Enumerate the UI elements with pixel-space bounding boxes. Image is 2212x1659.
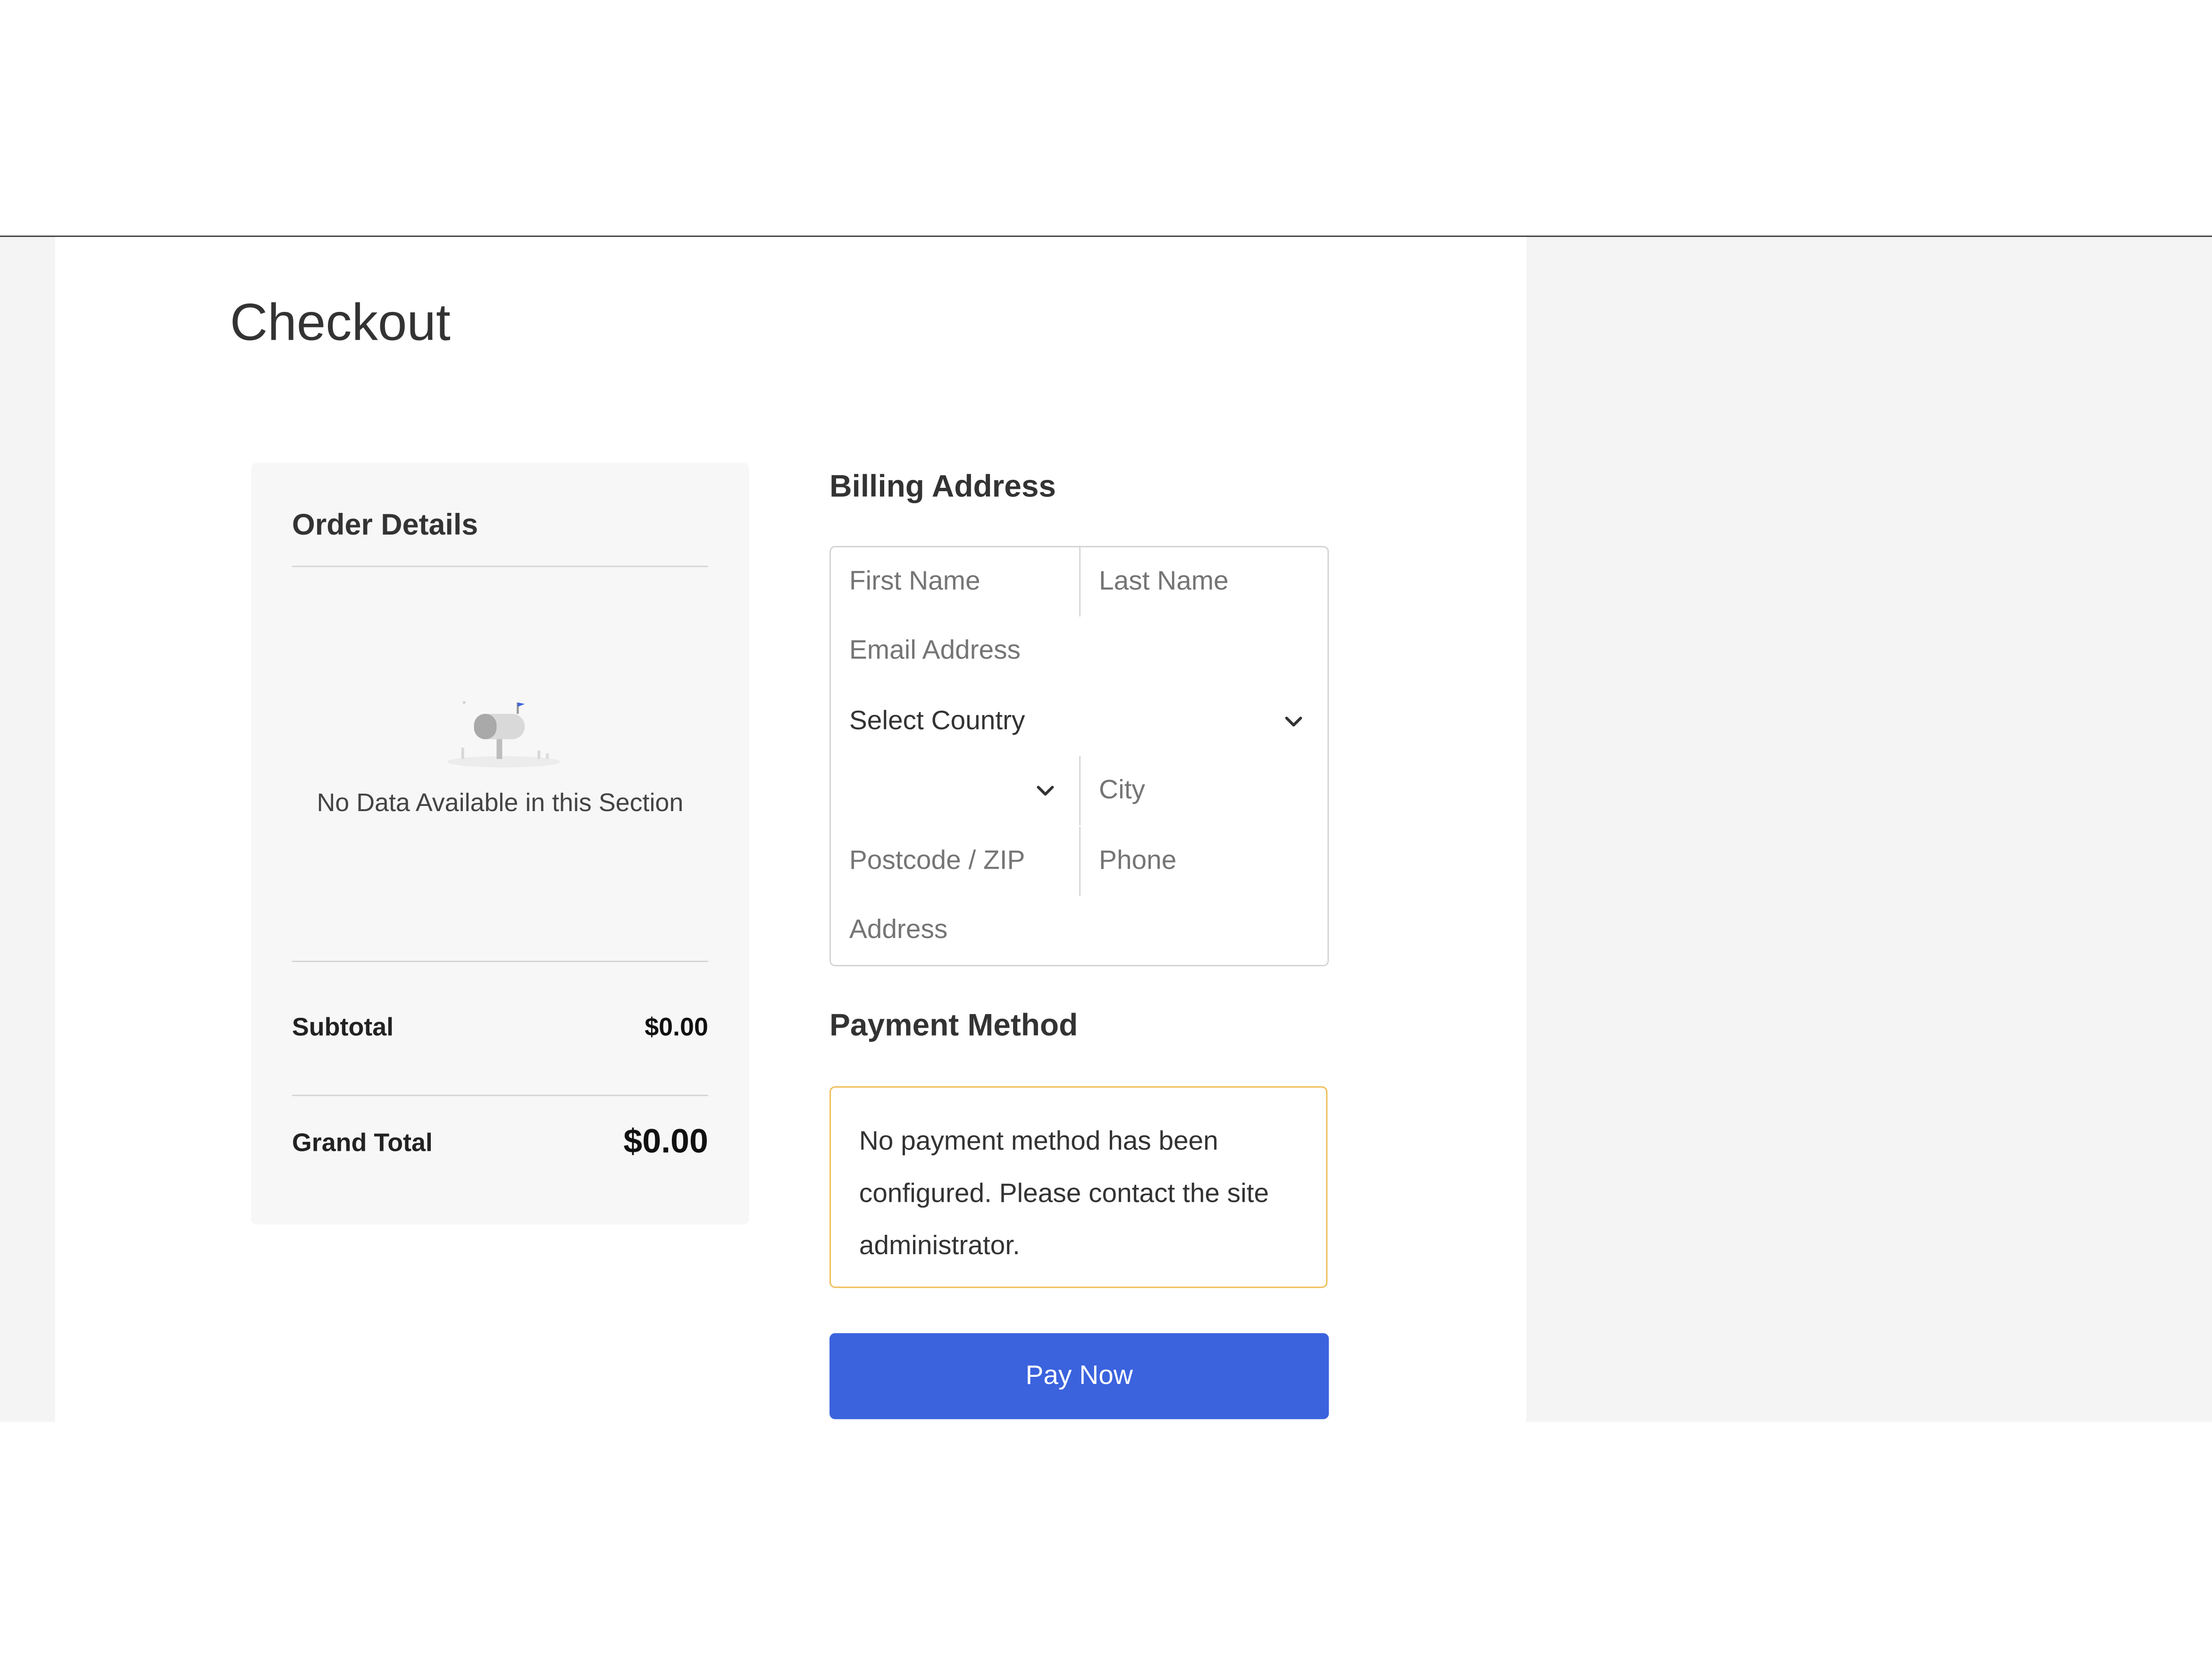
summary-divider-top bbox=[292, 961, 708, 963]
page-title: Checkout bbox=[230, 293, 451, 352]
chevron-down-icon bbox=[1037, 786, 1054, 796]
billing-address-form: Select Country bbox=[830, 546, 1329, 967]
address-row bbox=[830, 896, 1328, 965]
phone-input[interactable] bbox=[1081, 827, 1328, 896]
country-select-value: Select Country bbox=[830, 687, 1328, 756]
grand-total-label: Grand Total bbox=[292, 1128, 433, 1157]
empty-state-message: No Data Available in this Section bbox=[317, 788, 684, 817]
summary-divider-bottom bbox=[292, 1095, 708, 1097]
email-row bbox=[830, 616, 1328, 686]
city-input[interactable] bbox=[1081, 756, 1328, 826]
postcode-phone-row bbox=[830, 827, 1328, 896]
order-title-divider bbox=[292, 565, 708, 567]
country-select[interactable]: Select Country bbox=[830, 687, 1328, 756]
billing-address-title: Billing Address bbox=[830, 468, 1056, 504]
pay-now-button[interactable]: Pay Now bbox=[830, 1333, 1329, 1419]
checkout-viewport: Checkout Order Details No Data Available… bbox=[0, 0, 2212, 1654]
email-input[interactable] bbox=[830, 616, 1328, 686]
payment-notice: No payment method has been configured. P… bbox=[830, 1086, 1328, 1288]
last-name-input[interactable] bbox=[1081, 547, 1328, 617]
grand-total-value: $0.00 bbox=[623, 1123, 708, 1161]
state-select[interactable] bbox=[830, 756, 1081, 826]
first-name-input[interactable] bbox=[830, 547, 1081, 617]
subtotal-value: $0.00 bbox=[645, 1013, 708, 1041]
subtotal-label: Subtotal bbox=[292, 1013, 394, 1041]
payment-method-title: Payment Method bbox=[830, 1007, 1078, 1043]
order-details-title: Order Details bbox=[292, 509, 478, 542]
state-city-row bbox=[830, 756, 1328, 826]
empty-mailbox-icon bbox=[447, 701, 560, 768]
address-input[interactable] bbox=[830, 896, 1328, 965]
order-details-card: Order Details No Data Available in this … bbox=[251, 462, 749, 1225]
chevron-down-icon bbox=[1285, 716, 1302, 727]
postcode-input[interactable] bbox=[830, 827, 1081, 896]
name-row bbox=[830, 547, 1328, 617]
